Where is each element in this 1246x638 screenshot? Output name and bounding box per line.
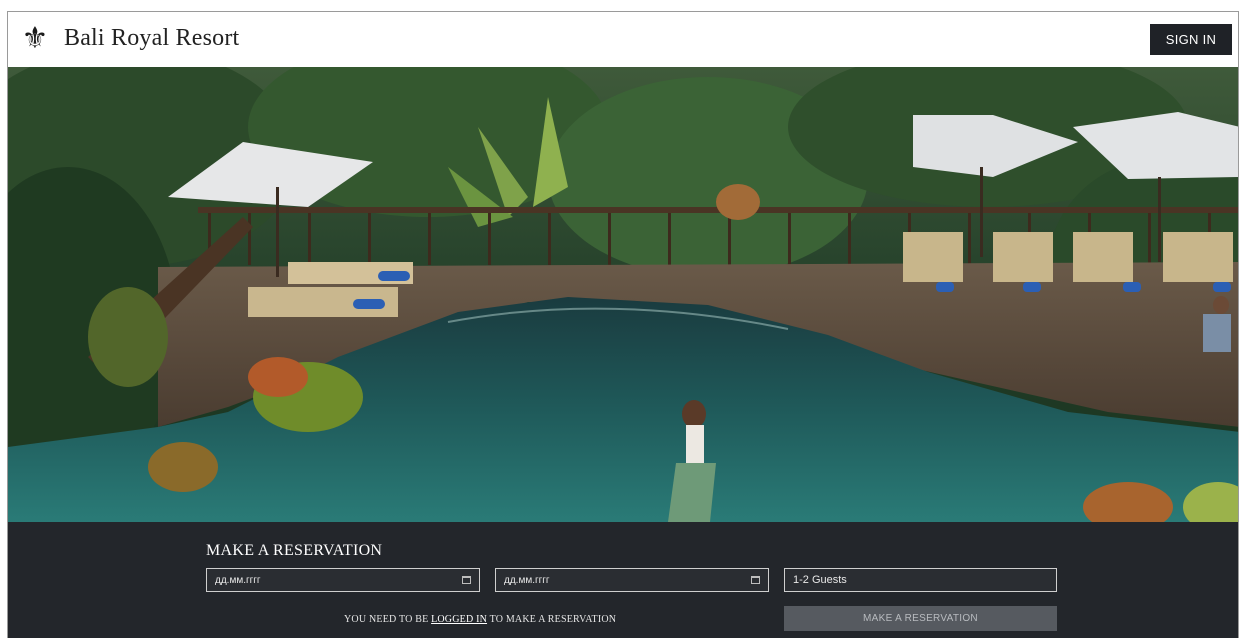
guests-value: 1-2 Guests (793, 574, 847, 586)
checkout-date-placeholder: дд.мм.гггг (504, 574, 550, 586)
fleur-de-lis-icon[interactable]: ⚜ (21, 23, 49, 55)
login-notice: YOU NEED TO BE LOGGED IN TO MAKE A RESER… (344, 614, 616, 625)
make-reservation-button[interactable]: MAKE A RESERVATION (784, 606, 1057, 631)
checkin-date-placeholder: дд.мм.гггг (215, 574, 261, 586)
sign-in-button[interactable]: SIGN IN (1150, 24, 1232, 55)
browser-viewport: ⚜ Bali Royal Resort SIGN IN MAKE A RESER… (7, 11, 1239, 638)
guests-select[interactable]: 1-2 Guests (784, 568, 1057, 592)
calendar-icon[interactable] (462, 576, 471, 584)
brand-name[interactable]: Bali Royal Resort (64, 25, 239, 52)
checkout-date-input[interactable]: дд.мм.гггг (495, 568, 769, 592)
hero-image (8, 67, 1238, 522)
calendar-icon[interactable] (751, 576, 760, 584)
notice-text-before: YOU NEED TO BE (344, 614, 432, 625)
reservation-title: MAKE A RESERVATION (206, 542, 383, 559)
site-header: ⚜ Bali Royal Resort SIGN IN (8, 12, 1238, 67)
reservation-panel: MAKE A RESERVATION дд.мм.гггг дд.мм.гггг… (8, 522, 1238, 638)
checkin-date-input[interactable]: дд.мм.гггг (206, 568, 480, 592)
notice-text-after: TO MAKE A RESERVATION (487, 614, 617, 625)
logged-in-link[interactable]: LOGGED IN (431, 614, 487, 625)
